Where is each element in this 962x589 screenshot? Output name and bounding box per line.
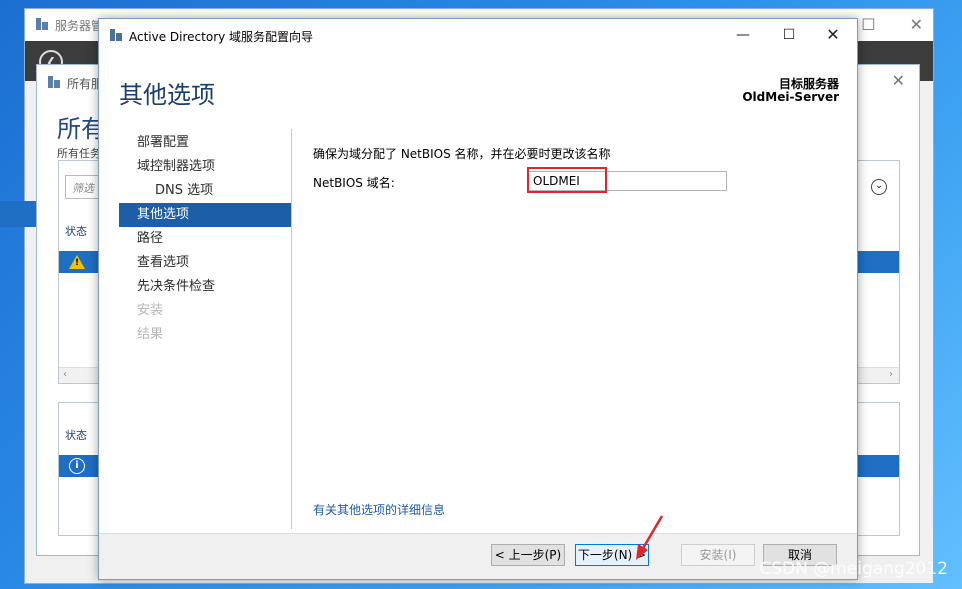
status-column-header[interactable]: 状态: [65, 223, 87, 239]
nav-item-deployment[interactable]: 部署配置: [119, 131, 291, 155]
nav-item-paths[interactable]: 路径: [119, 227, 291, 251]
nav-item-dns-options[interactable]: DNS 选项: [119, 179, 291, 203]
nav-item-review[interactable]: 查看选项: [119, 251, 291, 275]
nav-divider: [291, 129, 292, 529]
task-details-subheading: 所有任务: [57, 147, 101, 160]
close-icon[interactable]: ✕: [892, 71, 905, 90]
maximize-button[interactable]: ☐: [767, 22, 811, 48]
close-icon[interactable]: ✕: [910, 15, 923, 34]
install-button: 安装(I): [681, 544, 755, 566]
close-button[interactable]: ✕: [811, 22, 855, 48]
previous-button[interactable]: < 上一步(P): [491, 544, 565, 566]
target-server-name: OldMei-Server: [742, 90, 839, 104]
nav-item-dc-options[interactable]: 域控制器选项: [119, 155, 291, 179]
scroll-right-icon[interactable]: ›: [889, 369, 893, 380]
adds-config-wizard: Active Directory 域服务配置向导 — ☐ ✕ 其他选项 目标服务…: [98, 18, 858, 580]
netbios-label: NetBIOS 域名:: [313, 176, 395, 190]
info-icon: i: [69, 458, 85, 474]
wizard-nav: 部署配置 域控制器选项 DNS 选项 其他选项 路径 查看选项 先决条件检查 安…: [119, 131, 291, 347]
page-title: 其他选项: [119, 81, 215, 109]
warning-icon: !: [69, 255, 85, 269]
wizard-titlebar: Active Directory 域服务配置向导 — ☐ ✕: [99, 19, 857, 51]
nav-item-prereq[interactable]: 先决条件检查: [119, 275, 291, 299]
scroll-left-icon[interactable]: ‹: [63, 369, 67, 380]
nav-item-additional-options[interactable]: 其他选项: [119, 203, 291, 227]
nav-item-results: 结果: [137, 327, 164, 342]
maximize-icon[interactable]: ☐: [861, 15, 875, 34]
wizard-footer: < 上一步(P) 下一步(N) > 安装(I) 取消: [99, 533, 857, 579]
server-manager-icon: [110, 29, 122, 41]
server-manager-title: 服务器管: [55, 19, 104, 33]
instruction-text: 确保为域分配了 NetBIOS 名称，并在必要时更改该名称: [313, 147, 611, 161]
minimize-button[interactable]: —: [721, 22, 765, 48]
netbios-name-input[interactable]: [527, 171, 727, 191]
watermark: CSDN @meigang2012: [759, 559, 948, 579]
server-manager-icon: [48, 76, 60, 88]
status-column-header[interactable]: 状态: [65, 427, 87, 443]
nav-item-install: 安装: [137, 303, 164, 318]
annotation-arrow-icon: [636, 515, 664, 560]
server-manager-icon: [36, 18, 48, 30]
background-selection-strip: [0, 201, 36, 227]
chevron-down-icon[interactable]: ⌄: [871, 179, 887, 195]
wizard-title: Active Directory 域服务配置向导: [129, 30, 314, 44]
more-info-link[interactable]: 有关其他选项的详细信息: [313, 501, 445, 518]
